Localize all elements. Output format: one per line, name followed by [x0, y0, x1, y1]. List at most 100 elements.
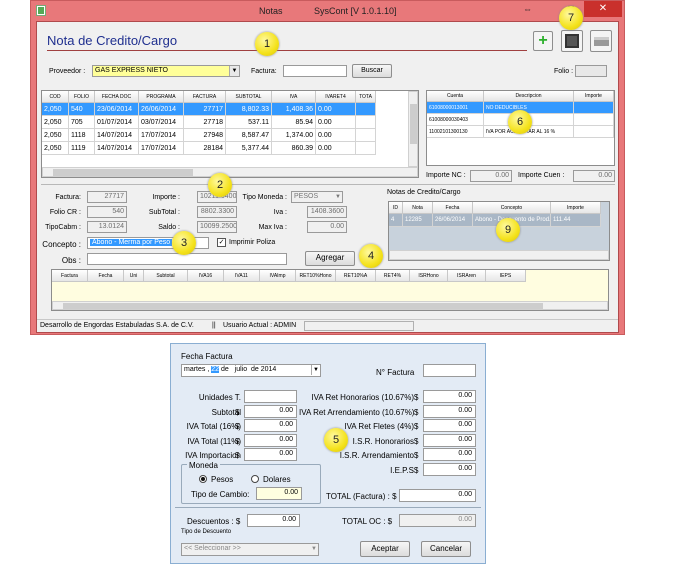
folio-cr-field: 540 [87, 206, 127, 218]
grid-column-header[interactable]: COD [42, 91, 69, 103]
proveedor-select[interactable]: GAS EXPRESS NIETO ▼ [92, 65, 240, 77]
window-title: Notas [259, 6, 283, 16]
grid-column-header[interactable]: Uni [124, 270, 144, 282]
n-factura-input[interactable] [423, 364, 476, 377]
resize-icon[interactable]: ⇔ [523, 4, 532, 14]
grid-column-header[interactable]: Fecha [88, 270, 124, 282]
amount-input[interactable]: 0.00 [423, 404, 476, 418]
grid-column-header[interactable]: TOTA [356, 91, 376, 103]
aceptar-button[interactable]: Aceptar [360, 541, 410, 557]
grid-column-header[interactable]: IEPS [486, 270, 526, 282]
grid-column-header[interactable]: RET10%Hono [296, 270, 336, 282]
amount-input[interactable]: 0.00 [423, 448, 476, 461]
grid-column-header[interactable]: Importe [551, 202, 601, 214]
lineas-grid[interactable]: Factura Fecha Uni Subtotal IVA16 IVA11 IVAImp R… [51, 269, 609, 311]
dolares-radio[interactable] [251, 475, 259, 483]
app-version: SysCont [V 1.0.1.10] [314, 6, 397, 16]
amount-input[interactable]: 0.00 [423, 390, 476, 403]
table-cell: 28184 [184, 142, 226, 155]
grid-column-header[interactable]: IVARET4 [316, 91, 356, 103]
table-cell: 1,374.00 [272, 129, 316, 142]
factura-input[interactable] [283, 65, 347, 77]
grid-column-header[interactable]: IVA [272, 91, 316, 103]
grid-column-header[interactable]: Subtotal [144, 270, 188, 282]
grid-column-header[interactable]: Cuenta [427, 91, 484, 102]
field-label: Unidades T. [198, 393, 241, 402]
total-oc-label: TOTAL OC : $ [342, 517, 393, 526]
grid-column-header[interactable]: ISRHono [410, 270, 448, 282]
grid-column-header[interactable]: Concepto [473, 202, 551, 214]
amount-input[interactable]: 0.00 [244, 419, 297, 432]
obs-input[interactable] [87, 253, 287, 265]
tipo-descuento-select[interactable]: << Seleccionar >> ▼ [181, 543, 319, 556]
iva-label: Iva : [273, 209, 287, 216]
obs-label: Obs : [61, 256, 81, 265]
amount-input[interactable] [244, 390, 297, 403]
close-button[interactable]: ✕ [584, 1, 622, 17]
chevron-down-icon: ▼ [311, 365, 319, 375]
fecha-factura-picker[interactable]: martes , 22 de julio de 2014 ▼ [181, 364, 321, 377]
amount-input[interactable]: 0.00 [423, 419, 476, 432]
table-cell: 1118 [69, 129, 95, 142]
grid-column-header[interactable]: IVAImp [260, 270, 296, 282]
descuentos-input[interactable]: 0.00 [247, 514, 300, 527]
pesos-radio[interactable] [199, 475, 207, 483]
print-button[interactable] [590, 30, 612, 52]
tipo-moneda-select[interactable]: PESOS ▼ [291, 191, 343, 203]
table-cell: 2,050 [42, 142, 69, 155]
grid-column-header[interactable]: Descripcion [484, 91, 574, 102]
grid-column-header[interactable]: PROGRAMA [139, 91, 184, 103]
fecha-num[interactable]: 22 [211, 366, 220, 373]
cancelar-button[interactable]: Cancelar [421, 541, 471, 557]
amount-input[interactable]: 0.00 [244, 448, 297, 461]
iva-field: 1408.3600 [307, 206, 347, 218]
moneda-label: Moneda [187, 461, 220, 470]
currency-symbol: $ [414, 422, 419, 431]
grid-column-header[interactable]: RET4% [376, 270, 410, 282]
facturas-grid[interactable]: COD FOLIO FECHA DOC PROGRAMA FACTURA SUBTOTAL… [41, 90, 419, 178]
grid-column-header[interactable]: ISRAren [448, 270, 486, 282]
amount-input[interactable]: 0.00 [423, 462, 476, 476]
add-button[interactable]: + [533, 31, 553, 51]
buscar-button[interactable]: Buscar [352, 64, 392, 78]
horizontal-scrollbar[interactable] [52, 301, 608, 310]
grid-column-header[interactable]: Importe [574, 91, 614, 102]
grid-column-header[interactable]: Nota [403, 202, 433, 214]
scrollbar-thumb[interactable] [53, 169, 193, 176]
grid-column-header[interactable]: ID [389, 202, 403, 214]
grid-column-header[interactable]: IVA16 [188, 270, 224, 282]
grid-column-header[interactable]: FECHA DOC [95, 91, 139, 103]
table-cell [356, 142, 376, 155]
field-label: I.S.R. Honorarios [352, 436, 414, 446]
amount-input[interactable]: 0.00 [244, 433, 297, 447]
amount-input[interactable]: 0.00 [244, 404, 297, 418]
grid-column-header[interactable]: Fecha [433, 202, 473, 214]
agregar-button[interactable]: Agregar [305, 251, 355, 266]
title-underline [47, 50, 527, 51]
tipo-cambio-input[interactable]: 0.00 [256, 487, 302, 500]
folio-input[interactable] [575, 65, 607, 77]
table-cell: 2,050 [42, 103, 69, 116]
horizontal-scrollbar[interactable] [389, 250, 609, 260]
app-icon [36, 5, 46, 16]
imprimir-poliza-checkbox[interactable]: ✓ [217, 238, 226, 247]
grid-column-header[interactable]: RET10%A [336, 270, 376, 282]
horizontal-scrollbar[interactable] [42, 167, 418, 177]
table-cell: 85.94 [272, 116, 316, 129]
tipocabm-field: 13.0124 [87, 221, 127, 233]
table-cell: 14/07/2014 [95, 142, 139, 155]
max-iva-label: Max Iva : [258, 224, 287, 231]
grid-column-header[interactable]: Factura [52, 270, 88, 282]
save-button[interactable] [561, 30, 583, 52]
grid-column-header[interactable]: FOLIO [69, 91, 95, 103]
vertical-scrollbar[interactable] [408, 91, 418, 167]
scrollbar-thumb[interactable] [410, 104, 417, 144]
badge-3: 3 [172, 231, 196, 255]
grid-column-header[interactable]: IVA11 [224, 270, 260, 282]
grid-column-header[interactable]: FACTURA [184, 91, 226, 103]
factura-form-panel: Fecha Factura martes , 22 de julio de 20… [170, 343, 486, 564]
grid-column-header[interactable]: SUBTOTAL [226, 91, 272, 103]
scrollbar-thumb[interactable] [63, 303, 543, 309]
subtotal-field: 8802.3300 [197, 206, 237, 218]
amount-input[interactable]: 0.00 [423, 433, 476, 447]
